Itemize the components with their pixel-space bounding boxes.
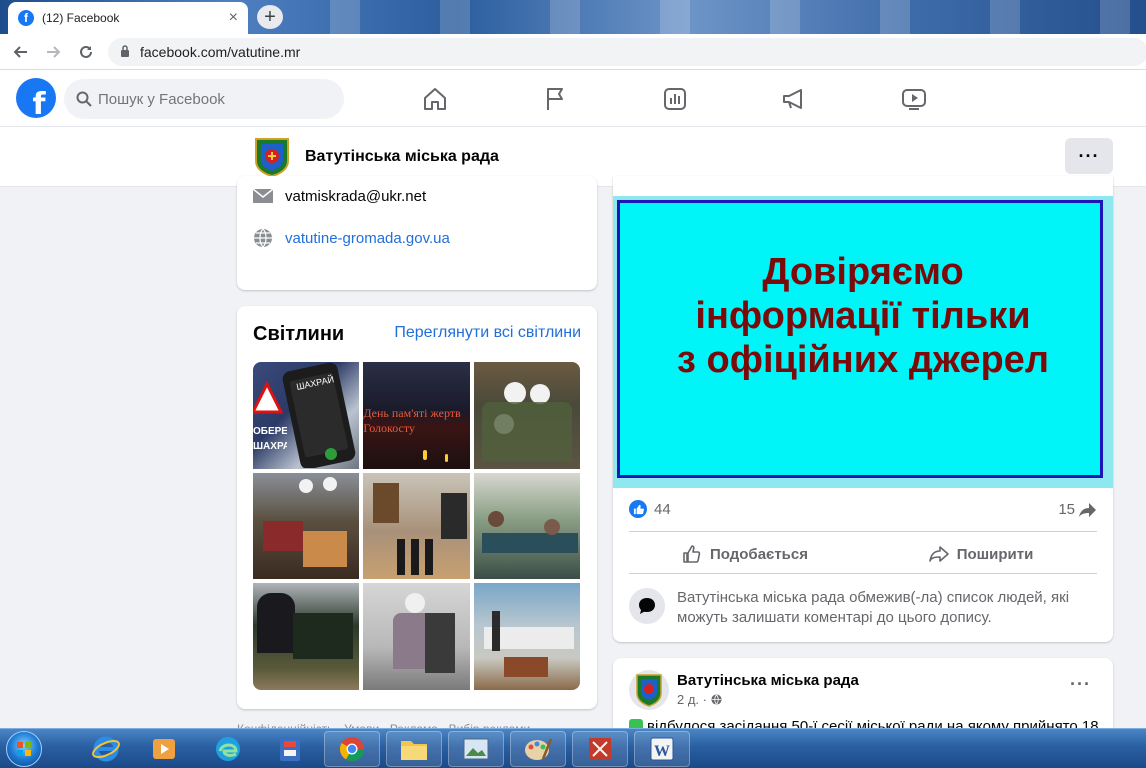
comments-restricted-notice: Ватутінська міська рада обмежив(-ла) спи… xyxy=(629,588,1099,628)
envelope-icon xyxy=(253,186,273,206)
search-icon xyxy=(76,91,92,107)
close-tab-icon[interactable]: × xyxy=(229,9,238,27)
word-icon[interactable]: W xyxy=(634,731,690,767)
photo-thumbnail[interactable] xyxy=(473,362,580,469)
share-count[interactable]: 15 xyxy=(1058,501,1097,518)
photo-grid: ШАХРАЙ ОБЕРЕЖНО, ШАХРАЇ День пам'яті жер… xyxy=(253,362,580,690)
see-all-photos-link[interactable]: Переглянути всі світлини xyxy=(394,324,581,342)
post-image[interactable]: Довіряємо інформації тільки з офіційних … xyxy=(613,196,1113,488)
reactions-bar: 44 15 xyxy=(629,498,1097,522)
flag-icon[interactable] xyxy=(540,84,570,114)
author-avatar[interactable] xyxy=(629,670,669,710)
ie-icon[interactable] xyxy=(78,731,134,767)
back-arrow-icon[interactable] xyxy=(10,41,32,63)
photos-title[interactable]: Світлини xyxy=(253,323,344,346)
facebook-favicon-icon: f xyxy=(18,10,34,26)
page-more-button[interactable]: ··· xyxy=(1065,138,1113,174)
page-title[interactable]: Ватутінська міська рада xyxy=(305,148,499,166)
new-tab-button[interactable]: + xyxy=(257,5,283,29)
photo-thumbnail[interactable]: ШАХРАЙ ОБЕРЕЖНО, ШАХРАЇ xyxy=(253,362,360,469)
like-count[interactable]: 44 xyxy=(654,501,671,518)
url-text: facebook.com/vatutine.mr xyxy=(140,44,301,60)
media-player-icon[interactable] xyxy=(136,731,192,767)
megaphone-icon[interactable] xyxy=(779,84,809,114)
lock-icon xyxy=(120,44,130,60)
like-reaction-icon[interactable] xyxy=(629,500,647,518)
photo-thumbnail[interactable] xyxy=(473,472,580,580)
globe-icon xyxy=(711,694,722,705)
address-bar: facebook.com/vatutine.mr xyxy=(0,34,1146,70)
post-author[interactable]: Ватутінська міська рада xyxy=(677,672,859,689)
divider xyxy=(629,573,1097,574)
url-field[interactable]: facebook.com/vatutine.mr xyxy=(108,38,1146,66)
photo-caption: ОБЕРЕЖНО, ШАХРАЇ xyxy=(253,426,287,452)
share-arrow-icon xyxy=(1079,502,1096,517)
paint-icon[interactable] xyxy=(510,731,566,767)
photo-thumbnail[interactable] xyxy=(363,583,470,690)
start-orb-icon[interactable] xyxy=(6,731,42,767)
page-emblem-icon[interactable] xyxy=(254,137,290,178)
explorer-folder-icon[interactable] xyxy=(386,731,442,767)
photo-thumbnail[interactable] xyxy=(253,583,360,690)
website-link[interactable]: vatutine-gromada.gov.ua xyxy=(285,230,450,247)
post-time[interactable]: 2 д. · xyxy=(677,692,722,707)
chrome-icon[interactable] xyxy=(324,731,380,767)
divider xyxy=(629,531,1097,532)
reload-icon[interactable] xyxy=(75,41,97,63)
app2-icon[interactable] xyxy=(572,731,628,767)
email-row: vatmiskrada@ukr.net xyxy=(253,186,426,206)
email-text: vatmiskrada@ukr.net xyxy=(285,187,427,205)
browser-tab-strip: f (12) Facebook × + xyxy=(0,0,1146,34)
photo-caption: День пам'яті жертв Голокосту xyxy=(363,406,461,435)
windows-taskbar: W xyxy=(0,728,1146,768)
post-card: Довіряємо інформації тільки з офіційних … xyxy=(613,176,1113,642)
photo-thumbnail[interactable] xyxy=(473,583,580,690)
comment-bubble-icon xyxy=(629,588,665,624)
post-card-2: Ватутінська міська рада 2 д. · ··· відбу… xyxy=(613,658,1113,738)
post-image-text: Довіряємо інформації тільки з офіційних … xyxy=(677,251,1049,381)
photo-thumbnail[interactable] xyxy=(253,472,360,580)
photos-card: Світлини Переглянути всі світлини ШАХРАЙ… xyxy=(237,306,597,709)
photo-viewer-icon[interactable] xyxy=(448,731,504,767)
thumbs-up-icon xyxy=(683,545,701,563)
photo-thumbnail[interactable] xyxy=(363,472,470,580)
svg-text:W: W xyxy=(654,743,670,760)
website-row: vatutine-gromada.gov.ua xyxy=(253,228,450,248)
tab-title: (12) Facebook xyxy=(42,11,120,25)
app-icon[interactable] xyxy=(262,731,318,767)
edge-icon[interactable] xyxy=(200,731,256,767)
facebook-header: f xyxy=(0,70,1146,127)
intro-card: vatmiskrada@ukr.net vatutine-gromada.gov… xyxy=(237,176,597,290)
chart-icon[interactable] xyxy=(660,84,690,114)
like-button[interactable]: Подобається xyxy=(629,536,861,572)
globe-icon xyxy=(253,228,273,248)
share-icon xyxy=(928,546,949,562)
forward-arrow-icon[interactable] xyxy=(42,41,64,63)
browser-tab[interactable]: f (12) Facebook × xyxy=(8,2,248,34)
video-icon[interactable] xyxy=(899,84,929,114)
home-icon[interactable] xyxy=(420,84,450,114)
post-more-icon[interactable]: ··· xyxy=(1070,674,1091,695)
facebook-search-box[interactable] xyxy=(64,79,344,119)
restricted-message: Ватутінська міська рада обмежив(-ла) спи… xyxy=(677,589,1070,626)
facebook-logo-icon[interactable]: f xyxy=(16,78,56,118)
search-input[interactable] xyxy=(98,90,318,108)
photo-thumbnail[interactable]: День пам'яті жертв Голокосту xyxy=(363,362,470,469)
share-button[interactable]: Поширити xyxy=(865,536,1097,572)
